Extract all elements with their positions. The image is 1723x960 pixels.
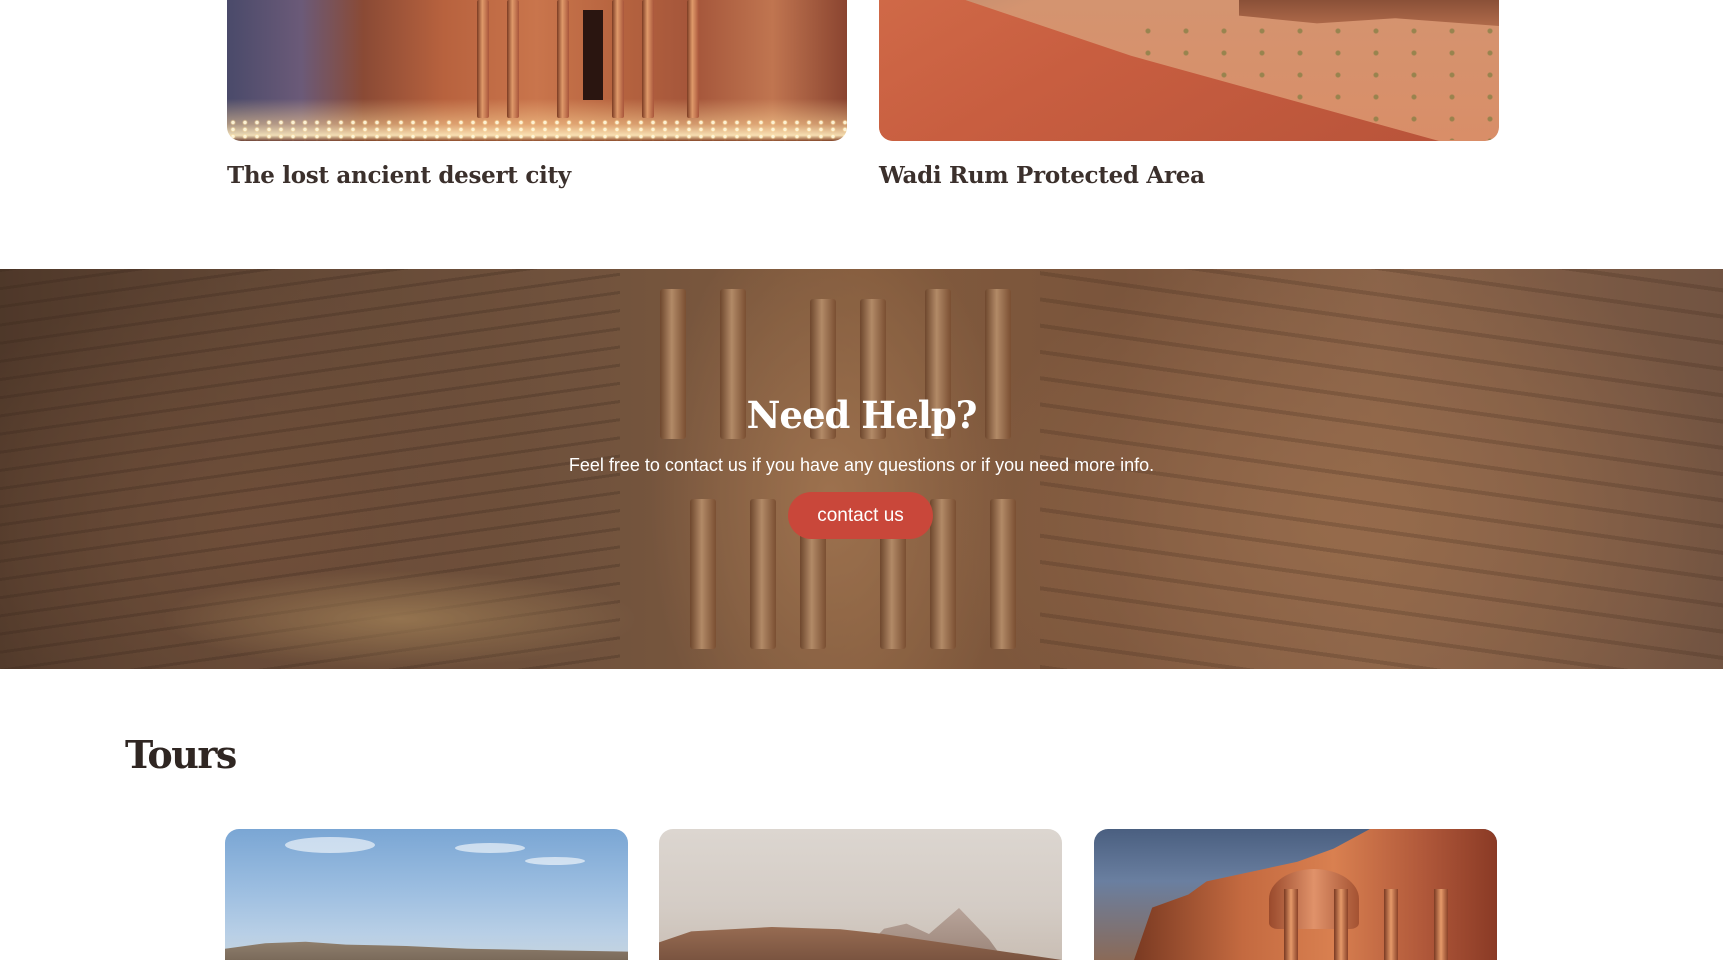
destination-card-petra[interactable]: The lost ancient desert city	[227, 0, 847, 189]
help-title: Need Help?	[746, 393, 978, 437]
help-description: Feel free to contact us if you have any …	[568, 455, 1155, 475]
tours-heading: Tours	[125, 732, 237, 777]
help-content: Need Help? Feel free to contact us if yo…	[0, 269, 1723, 669]
destination-image-wadi-rum[interactable]	[879, 0, 1499, 141]
tour-card-1[interactable]	[225, 829, 628, 960]
page: The lost ancient desert city Wadi Rum Pr…	[0, 0, 1723, 960]
tour-card-3[interactable]	[1094, 829, 1497, 960]
help-banner: Need Help? Feel free to contact us if yo…	[0, 269, 1723, 669]
tour-card-2[interactable]	[659, 829, 1062, 960]
destination-image-petra[interactable]	[227, 0, 847, 141]
destination-card-wadi-rum[interactable]: Wadi Rum Protected Area	[879, 0, 1499, 189]
destination-title[interactable]: The lost ancient desert city	[227, 162, 571, 189]
contact-us-button[interactable]: contact us	[788, 492, 933, 539]
destination-title[interactable]: Wadi Rum Protected Area	[879, 162, 1205, 189]
